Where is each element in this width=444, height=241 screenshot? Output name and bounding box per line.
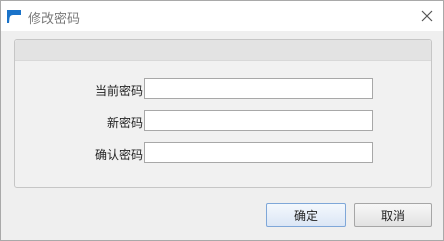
close-button[interactable] — [417, 6, 437, 26]
new-password-label: 新密码 — [106, 116, 143, 130]
confirm-password-field[interactable] — [144, 142, 373, 163]
app-logo-icon — [6, 8, 22, 24]
confirm-password-label: 确认密码 — [94, 148, 143, 162]
close-icon — [421, 10, 433, 22]
change-password-dialog: 修改密码 当前密码 新密码 确认密码 确定 取消 — [0, 0, 444, 241]
panel-header — [15, 40, 431, 61]
window-title: 修改密码 — [28, 12, 81, 27]
current-password-label: 当前密码 — [94, 84, 143, 98]
confirm-password-row: 确认密码 — [15, 142, 431, 166]
new-password-field[interactable] — [144, 110, 373, 131]
ok-button[interactable]: 确定 — [266, 203, 346, 227]
current-password-row: 当前密码 — [15, 78, 431, 102]
cancel-button[interactable]: 取消 — [354, 203, 432, 227]
current-password-field[interactable] — [144, 78, 373, 99]
form-panel: 当前密码 新密码 确认密码 — [14, 39, 432, 188]
new-password-row: 新密码 — [15, 110, 431, 134]
title-bar: 修改密码 — [1, 1, 443, 31]
